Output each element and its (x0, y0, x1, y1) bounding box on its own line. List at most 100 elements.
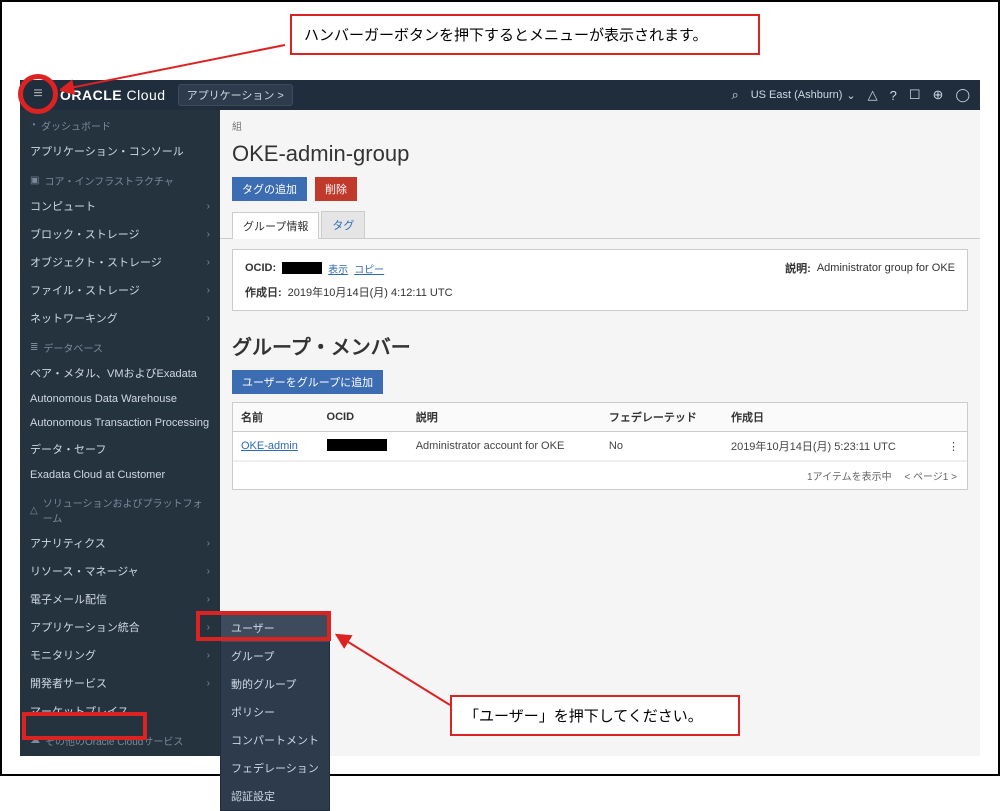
section-title: グループ・メンバー (220, 321, 980, 370)
callout-hamburger: ハンバーガーボタンを押下するとメニューが表示されます。 (290, 14, 760, 55)
created-value: 2019年10月14日(月) 4:12:11 UTC (288, 284, 453, 300)
ocid-redacted (282, 262, 322, 274)
members-table: 名前 OCID 説明 フェデレーテッド 作成日 OKE-admin Admini… (232, 402, 968, 490)
search-icon[interactable]: ⌕ (731, 87, 738, 103)
sidebar-item-developer[interactable]: 開発者サービス› (20, 669, 220, 697)
table-footer: 1アイテムを表示中 < ページ1 > (233, 461, 967, 489)
kebab-icon[interactable]: ⋮ (948, 441, 959, 453)
page-title: OKE-admin-group (220, 141, 980, 177)
sidebar-item-monitoring[interactable]: モニタリング› (20, 641, 220, 669)
tab-group-info[interactable]: グループ情報 (232, 212, 319, 239)
brand: ORACLE Cloud (60, 87, 166, 103)
action-row: タグの追加 削除 (220, 177, 980, 211)
sidebar-item-analytics[interactable]: アナリティクス› (20, 529, 220, 557)
delete-button[interactable]: 削除 (315, 177, 357, 201)
topbar-right: ⌕ US East (Ashburn)⌄ △ ? ☐ ⊕ ◯ (731, 87, 970, 103)
gauge-icon: ◔ (30, 120, 36, 131)
member-name-link[interactable]: OKE-admin (241, 440, 298, 452)
user-icon[interactable]: ◯ (955, 87, 970, 103)
th-desc: 説明 (408, 403, 601, 432)
ocid-row: OCID: 表示 コピー (245, 260, 384, 276)
submenu-item-dynamic-groups[interactable]: 動的グループ (221, 670, 329, 698)
created-label: 作成日: (245, 284, 282, 300)
identity-submenu: ユーザー グループ 動的グループ ポリシー コンパートメント フェデレーション … (220, 613, 330, 811)
sidebar: ◔ダッシュボード アプリケーション・コンソール ▣コア・インフラストラクチャ コ… (20, 110, 220, 756)
created-row: 作成日: 2019年10月14日(月) 4:12:11 UTC (245, 284, 955, 300)
chevron-right-icon: › (207, 650, 210, 661)
sidebar-item-email[interactable]: 電子メール配信› (20, 585, 220, 613)
chevron-right-icon: › (207, 622, 210, 633)
sidebar-item-compute[interactable]: コンピュート› (20, 192, 220, 220)
sidebar-item-bm-vm-exadata[interactable]: ベア・メタル、VMおよびExadata (20, 359, 220, 387)
callout-user: 「ユーザー」を押下してください。 (450, 695, 740, 736)
bell-icon[interactable]: △ (868, 87, 878, 103)
member-ocid-redacted (327, 439, 387, 451)
sidebar-item-app-console[interactable]: アプリケーション・コンソール (20, 137, 220, 165)
sidebar-item-atp[interactable]: Autonomous Transaction Processing (20, 411, 220, 435)
chevron-right-icon: › (207, 201, 210, 212)
section-core: ▣コア・インフラストラクチャ (20, 165, 220, 192)
member-created: 2019年10月14日(月) 5:23:11 UTC (723, 432, 935, 461)
globe-icon[interactable]: ⊕ (933, 87, 944, 103)
th-name: 名前 (233, 403, 319, 432)
submenu-item-groups[interactable]: グループ (221, 642, 329, 670)
breadcrumb: 組 (220, 110, 980, 141)
ocid-show-link[interactable]: 表示 (328, 261, 348, 276)
chevron-right-icon: › (207, 538, 210, 549)
section-other: ☁その他のOracle Cloudサービス (20, 725, 220, 752)
th-actions (935, 403, 967, 432)
tab-tags[interactable]: タグ (321, 211, 365, 238)
sidebar-item-file-storage[interactable]: ファイル・ストレージ› (20, 276, 220, 304)
sidebar-item-exacc[interactable]: Exadata Cloud at Customer (20, 463, 220, 487)
main-content: 組 OKE-admin-group タグの追加 削除 グループ情報 タグ OCI… (220, 110, 980, 756)
help-icon[interactable]: ? (890, 88, 897, 103)
cloud-icon: ☁ (30, 735, 40, 746)
chevron-right-icon: › (207, 678, 210, 689)
sidebar-item-resource-manager[interactable]: リソース・マネージャ› (20, 557, 220, 585)
chevron-down-icon: ⌄ (846, 89, 855, 102)
applications-button[interactable]: アプリケーション > (178, 84, 293, 106)
chevron-right-icon: › (207, 594, 210, 605)
submenu-item-policies[interactable]: ポリシー (221, 698, 329, 726)
region-selector[interactable]: US East (Ashburn)⌄ (751, 89, 856, 102)
sidebar-item-platform-services[interactable]: プラットフォーム・サービス (20, 752, 220, 756)
cube-icon: ▣ (30, 175, 39, 186)
member-desc: Administrator account for OKE (408, 432, 601, 461)
sidebar-item-marketplace[interactable]: マーケットプレイス (20, 697, 220, 725)
section-solutions: △ソリューションおよびプラットフォーム (20, 487, 220, 529)
chevron-right-icon: › (207, 313, 210, 324)
topbar: ORACLE Cloud アプリケーション > ⌕ US East (Ashbu… (20, 80, 980, 110)
ocid-copy-link[interactable]: コピー (354, 261, 384, 276)
hamburger-highlight: ≡ (18, 74, 58, 114)
add-tag-button[interactable]: タグの追加 (232, 177, 307, 201)
desc-label: 説明: (785, 260, 811, 276)
table-header-row: 名前 OCID 説明 フェデレーテッド 作成日 (233, 403, 967, 432)
th-federated: フェデレーテッド (601, 403, 723, 432)
add-user-to-group-button[interactable]: ユーザーをグループに追加 (232, 370, 383, 394)
section-dashboard: ◔ダッシュボード (20, 110, 220, 137)
submenu-item-users[interactable]: ユーザー (221, 614, 329, 642)
desc-value: Administrator group for OKE (817, 262, 955, 274)
section-database: ≣データベース (20, 332, 220, 359)
th-ocid: OCID (319, 403, 408, 432)
db-icon: ≣ (30, 342, 38, 353)
submenu-item-auth-settings[interactable]: 認証設定 (221, 782, 329, 810)
sidebar-item-block-storage[interactable]: ブロック・ストレージ› (20, 220, 220, 248)
chat-icon[interactable]: ☐ (909, 87, 921, 103)
tabs: グループ情報 タグ (220, 211, 980, 239)
table-row: OKE-admin Administrator account for OKE … (233, 432, 967, 461)
sidebar-item-app-integration[interactable]: アプリケーション統合› (20, 613, 220, 641)
chevron-right-icon: › (207, 229, 210, 240)
chevron-right-icon: › (207, 257, 210, 268)
sidebar-item-data-safe[interactable]: データ・セーフ (20, 435, 220, 463)
sidebar-item-networking[interactable]: ネットワーキング› (20, 304, 220, 332)
member-federated: No (601, 432, 723, 461)
hamburger-icon[interactable]: ≡ (33, 86, 42, 102)
submenu-item-federation[interactable]: フェデレーション (221, 754, 329, 782)
chevron-right-icon: › (207, 285, 210, 296)
triangle-icon: △ (30, 505, 38, 516)
sidebar-item-adw[interactable]: Autonomous Data Warehouse (20, 387, 220, 411)
sidebar-item-object-storage[interactable]: オブジェクト・ストレージ› (20, 248, 220, 276)
submenu-item-compartments[interactable]: コンパートメント (221, 726, 329, 754)
chevron-right-icon: › (207, 566, 210, 577)
